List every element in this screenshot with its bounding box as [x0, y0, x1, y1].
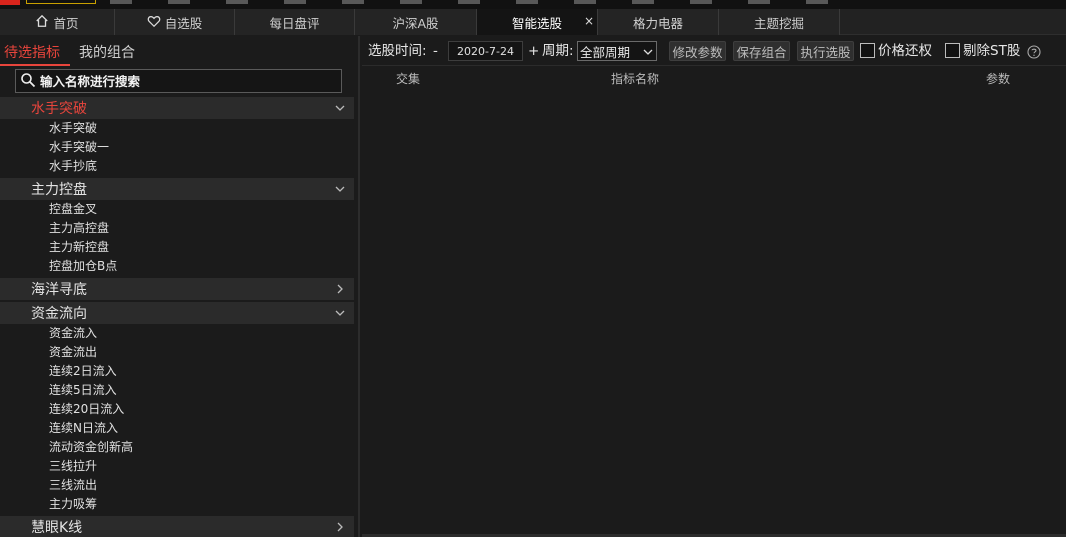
tab-label: 格力电器: [632, 15, 683, 31]
indicator-item[interactable]: 资金流入: [0, 324, 354, 343]
chevron-down-icon[interactable]: [333, 178, 347, 200]
column-header-intersection[interactable]: 交集: [396, 70, 420, 87]
indicator-group[interactable]: 慧眼K线: [0, 516, 354, 537]
search-input[interactable]: [40, 73, 330, 89]
date-decrement-button[interactable]: -: [433, 41, 438, 61]
subtab-my-combos[interactable]: 我的组合: [79, 42, 135, 62]
indicator-group-label: 慧眼K线: [31, 520, 83, 536]
results-panel: 选股时间: - 2020-7-24 + 周期: 全部周期 修改参数 保存组合 执…: [362, 36, 1066, 537]
chevron-down-icon[interactable]: [333, 302, 347, 324]
tab-daily-review[interactable]: 每日盘评: [235, 9, 355, 35]
indicator-group[interactable]: 水手突破: [0, 97, 354, 119]
tab-theme-mining[interactable]: 主题挖掘: [719, 9, 840, 35]
exclude-st-label: 剔除ST股: [963, 43, 1021, 59]
tab-label: 智能选股: [511, 15, 562, 31]
indicator-item[interactable]: 连续20日流入: [0, 400, 354, 419]
chevron-right-icon[interactable]: [333, 516, 347, 537]
indicator-item[interactable]: 流动资金创新高: [0, 438, 354, 457]
indicator-item[interactable]: 控盘金叉: [0, 200, 354, 219]
menu-strip: [110, 0, 830, 4]
column-header-indicator-name[interactable]: 指标名称: [611, 70, 659, 87]
indicator-group[interactable]: 资金流向: [0, 302, 354, 324]
indicator-item[interactable]: 连续N日流入: [0, 419, 354, 438]
indicator-group-label: 资金流向: [31, 306, 87, 322]
indicator-item[interactable]: 主力吸筹: [0, 495, 354, 514]
chevron-right-icon[interactable]: [333, 278, 347, 300]
indicator-item[interactable]: 连续5日流入: [0, 381, 354, 400]
toolbar: 选股时间: - 2020-7-24 + 周期: 全部周期 修改参数 保存组合 执…: [362, 36, 1066, 66]
search-box[interactable]: [15, 69, 342, 93]
tab-smart-picker[interactable]: 智能选股 ×: [477, 9, 598, 35]
active-subtab-underline: [0, 64, 70, 66]
tab-gree[interactable]: 格力电器: [598, 9, 719, 35]
search-icon: [20, 72, 36, 91]
period-value: 全部周期: [580, 44, 631, 60]
indicator-group-label: 海洋寻底: [31, 282, 87, 298]
modify-params-button[interactable]: 修改参数: [669, 41, 726, 61]
tab-watchlist[interactable]: 自选股: [115, 9, 235, 35]
indicator-item[interactable]: 水手抄底: [0, 157, 354, 176]
indicator-group[interactable]: 海洋寻底: [0, 278, 354, 300]
tab-a-shares[interactable]: 沪深A股: [355, 9, 477, 35]
date-increment-button[interactable]: +: [528, 41, 539, 61]
indicator-group-label: 水手突破: [31, 101, 87, 117]
indicator-item[interactable]: 水手突破一: [0, 138, 354, 157]
indicator-tree: 水手突破 水手突破 水手突破一 水手抄底 主力控盘 控盘金叉 主力高控盘 主力新控盘 控盘加仓B…: [0, 97, 354, 537]
tab-label: 自选股: [164, 15, 203, 31]
price-restore-label: 价格还权: [878, 43, 932, 59]
date-label: 选股时间:: [368, 43, 427, 59]
period-select[interactable]: 全部周期: [577, 41, 657, 61]
indicator-panel: 待选指标 我的组合 水手突破水手突破水手突破一水手抄底主力控盘控盘金叉主力高控盘…: [0, 36, 360, 537]
indicator-item[interactable]: 主力新控盘: [0, 238, 354, 257]
tab-label: 主题挖掘: [753, 15, 804, 31]
subtab-candidates[interactable]: 待选指标: [4, 42, 60, 62]
close-icon[interactable]: ×: [584, 14, 594, 28]
help-icon[interactable]: [1027, 45, 1041, 59]
panel-subtabs: 待选指标 我的组合: [0, 36, 358, 66]
save-combo-button[interactable]: 保存组合: [733, 41, 790, 61]
indicator-item[interactable]: 连续2日流入: [0, 362, 354, 381]
period-label: 周期:: [542, 43, 574, 59]
tab-label: 首页: [53, 15, 79, 31]
tab-bar: 首页 自选股 每日盘评 沪深A股 智能选股 × 格力电器 主题挖掘: [0, 9, 1066, 35]
chevron-down-icon[interactable]: [333, 97, 347, 119]
price-restore-checkbox[interactable]: [860, 43, 875, 58]
home-icon: [35, 14, 49, 31]
execute-picker-button[interactable]: 执行选股: [797, 41, 854, 61]
indicator-item[interactable]: 水手突破: [0, 119, 354, 138]
indicator-item[interactable]: 控盘加仓B点: [0, 257, 354, 276]
indicator-group[interactable]: 主力控盘: [0, 178, 354, 200]
indicator-group-label: 主力控盘: [31, 182, 87, 198]
title-strip: [0, 0, 1066, 9]
indicator-item[interactable]: 三线流出: [0, 476, 354, 495]
app-logo: [0, 0, 20, 5]
results-table-header: 交集 指标名称 参数: [362, 67, 1066, 89]
heart-icon: [147, 14, 161, 31]
tab-label: 沪深A股: [392, 15, 439, 31]
indicator-item[interactable]: 资金流出: [0, 343, 354, 362]
indicator-item[interactable]: 三线拉升: [0, 457, 354, 476]
date-field[interactable]: 2020-7-24: [448, 41, 523, 61]
indicator-item[interactable]: 主力高控盘: [0, 219, 354, 238]
app-logo-frame: [26, 0, 96, 4]
column-header-params[interactable]: 参数: [986, 70, 1010, 87]
tab-label: 每日盘评: [269, 15, 320, 31]
exclude-st-checkbox[interactable]: [945, 43, 960, 58]
tab-home[interactable]: 首页: [0, 9, 115, 35]
